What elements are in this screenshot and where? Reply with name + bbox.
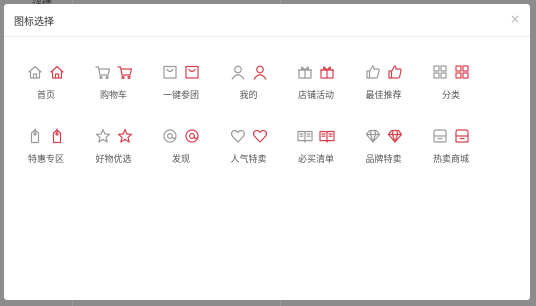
book-icon xyxy=(319,130,335,143)
icon-option-label: 首页 xyxy=(36,91,55,101)
dialog-header: 图标选择 × xyxy=(4,4,530,37)
icon-picker-dialog: 图标选择 × 首页 购物车 一键参团 我的 店铺活动 最佳推荐 分类特惠专区 好物优选 发现 人气… xyxy=(4,4,530,300)
dialog-title: 图标选择 xyxy=(14,17,54,28)
icon-option-tag[interactable]: 特惠专区 xyxy=(16,128,76,165)
grid-icon xyxy=(433,65,447,79)
user-icon xyxy=(253,65,266,80)
home-icon xyxy=(50,65,64,79)
icon-option-book[interactable]: 必买清单 xyxy=(286,128,346,165)
close-icon[interactable]: × xyxy=(510,12,520,26)
thumbs-up-icon xyxy=(387,65,402,79)
icon-option-gift[interactable]: 店铺活动 xyxy=(286,64,346,101)
tag-icon xyxy=(30,128,40,144)
icon-option-label: 店铺活动 xyxy=(297,91,334,101)
icon-option-diamond[interactable]: 品牌特卖 xyxy=(354,128,414,165)
icon-option-star[interactable]: 好物优选 xyxy=(84,128,144,165)
at-icon xyxy=(163,129,177,143)
icon-option-label: 发现 xyxy=(171,155,190,165)
bag-icon xyxy=(185,65,199,79)
icon-option-label: 品牌特卖 xyxy=(365,155,402,165)
icon-option-grid[interactable]: 分类 xyxy=(421,64,481,101)
gift-icon xyxy=(319,66,335,79)
icon-option-label: 一键参团 xyxy=(162,91,199,101)
store-icon xyxy=(433,129,447,143)
at-icon xyxy=(185,129,199,143)
icon-option-label: 人气特卖 xyxy=(230,155,267,165)
user-icon xyxy=(231,65,244,80)
icon-option-label: 热卖商城 xyxy=(432,155,469,165)
tag-icon xyxy=(52,128,62,144)
heart-icon xyxy=(230,129,245,143)
bag-icon xyxy=(163,65,177,79)
icon-option-thumbs-up[interactable]: 最佳推荐 xyxy=(354,64,414,101)
star-icon xyxy=(95,128,110,143)
icon-option-label: 最佳推荐 xyxy=(365,91,402,101)
icon-option-bag[interactable]: 一键参团 xyxy=(151,64,211,101)
icon-option-label: 必买清单 xyxy=(297,155,334,165)
star-icon xyxy=(117,128,132,143)
icon-option-label: 分类 xyxy=(441,91,460,101)
icon-option-cart[interactable]: 购物车 xyxy=(84,64,144,101)
gift-icon xyxy=(297,66,313,79)
icon-option-store[interactable]: 热卖商城 xyxy=(421,128,481,165)
cart-icon xyxy=(116,66,132,80)
home-icon xyxy=(28,65,42,79)
icon-option-user[interactable]: 我的 xyxy=(219,64,279,101)
icon-option-home[interactable]: 首页 xyxy=(16,64,76,101)
icon-option-label: 购物车 xyxy=(99,91,127,101)
diamond-icon xyxy=(387,129,402,143)
icon-option-label: 特惠专区 xyxy=(27,155,64,165)
diamond-icon xyxy=(365,129,380,143)
grid-icon xyxy=(455,65,469,79)
store-icon xyxy=(455,129,469,143)
icon-option-label: 好物优选 xyxy=(95,155,132,165)
icon-option-heart[interactable]: 人气特卖 xyxy=(219,128,279,165)
thumbs-up-icon xyxy=(365,65,380,79)
icon-option-at[interactable]: 发现 xyxy=(151,128,211,165)
heart-icon xyxy=(252,129,267,143)
book-icon xyxy=(297,130,313,143)
cart-icon xyxy=(94,66,110,80)
icon-option-label: 我的 xyxy=(239,91,258,101)
